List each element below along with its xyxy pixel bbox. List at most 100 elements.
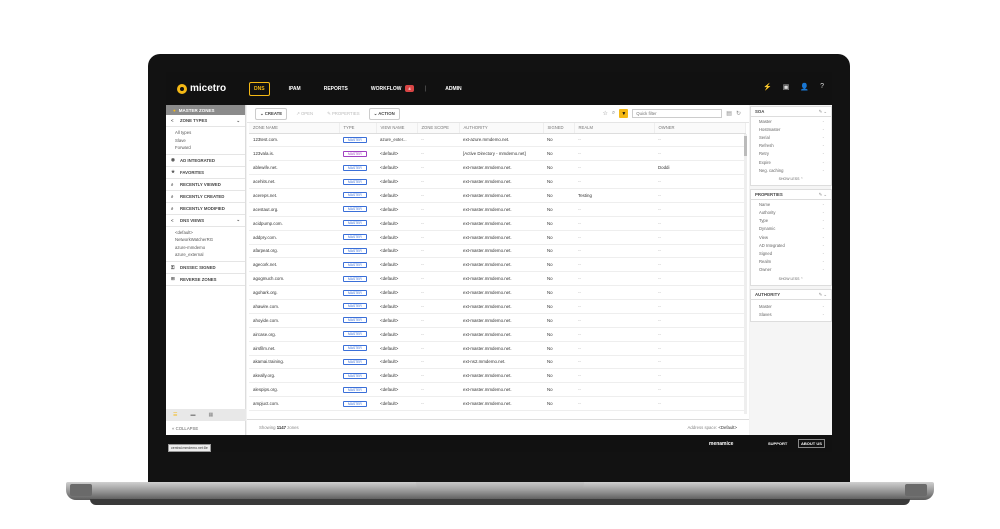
table-row[interactable]: agecork.net. MASTER <default> -- ext-master.… [249, 257, 746, 273]
sidebar-header[interactable]: ● MASTER ZONES [166, 105, 245, 115]
table-row[interactable]: airsfilm.net. MASTER <default> -- ext-master… [249, 341, 746, 356]
table-row[interactable]: agogmuch.com. MASTER <default> -- ext-master… [249, 271, 746, 287]
column-header[interactable]: ZONE SCOPE [417, 123, 460, 134]
column-header[interactable]: VIEW NAME [376, 123, 418, 134]
sidebar-zone-types[interactable]: < ZONE TYPES ⌄ [166, 115, 245, 127]
nav-admin[interactable]: ADMIN [441, 83, 465, 95]
table-row[interactable]: afarpeat.org. MASTER <default> -- ext-master… [249, 244, 746, 259]
sidebar-ad-integrated[interactable]: ◉ AD INTEGRATED [166, 155, 245, 167]
create-button[interactable]: ⌄ CREATE [255, 107, 288, 120]
view-name-cell: <default> [376, 382, 417, 398]
column-header[interactable]: ZONE NAME [249, 123, 340, 134]
nav-ipam[interactable]: IPAM [285, 83, 305, 95]
type-badge: MASTER [343, 289, 367, 296]
list-view-icon[interactable]: ☰ [173, 412, 177, 418]
dns-view-item[interactable]: azure_external [175, 251, 245, 259]
soa-show-less[interactable]: SHOW LESS ⌃ [751, 174, 831, 185]
dns-view-item[interactable]: <default> [175, 229, 245, 237]
action-button[interactable]: ⌄ ACTION [368, 107, 400, 120]
edit-chevron-icons[interactable]: ✎ ⌄ [819, 292, 827, 298]
zone-type-item[interactable]: All types [175, 129, 245, 137]
signed-cell: No [543, 188, 574, 203]
refresh-icon[interactable]: ↻ [736, 110, 741, 117]
sidebar-dns-views[interactable]: < DNS VIEWS ⌄ [166, 215, 245, 227]
grid-view-icon[interactable]: ▦ [208, 412, 213, 418]
column-header[interactable]: AUTHORITY [459, 123, 544, 134]
columns-icon[interactable]: ▤ [726, 110, 732, 117]
column-header[interactable]: OWNER [654, 123, 746, 134]
edit-chevron-icons[interactable]: ✎ ⌄ [819, 192, 827, 198]
address-space-value[interactable]: <Default> [718, 425, 737, 430]
table-row[interactable]: akeally.org. MASTER <default> -- ext-master.… [249, 368, 746, 384]
folder-view-icon[interactable]: ▬ [190, 412, 195, 418]
sidebar-reverse-zones[interactable]: ⊞ REVERSE ZONES [166, 274, 245, 286]
table-row[interactable]: akamai.training. MASTER <default> -- ext-ns2… [249, 355, 746, 370]
brand-logo: menamice [709, 440, 734, 447]
table-row[interactable]: ahoyide.com. MASTER <default> -- ext-master.… [249, 313, 746, 328]
table-row[interactable]: ahawire.com. MASTER <default> -- ext-master.… [249, 299, 746, 314]
zone-name-cell: acereps.net. [249, 188, 339, 203]
logo[interactable]: micetro [177, 83, 234, 94]
property-label: AD Integrated [759, 242, 785, 248]
nav-reports[interactable]: REPORTS [320, 83, 352, 95]
search-icon[interactable]: ⌕ [612, 110, 615, 117]
table-row[interactable]: addpry.com. MASTER <default> -- ext-master.m… [249, 230, 746, 245]
property-label: Retry [759, 151, 770, 157]
sidebar-recently-viewed[interactable]: ⌕ RECENTLY VIEWED [166, 179, 245, 191]
property-value: - [822, 134, 824, 140]
quick-filter-input[interactable] [632, 109, 723, 118]
properties-button[interactable]: ✎ PROPERTIES [322, 108, 364, 120]
sidebar-recently-modified[interactable]: ⌕ RECENTLY MODIFIED [166, 203, 245, 215]
table-scrollbar[interactable] [744, 134, 747, 414]
collapse-button[interactable]: « COLLAPSE [172, 426, 198, 431]
soa-panel-header[interactable]: SOA ✎ ⌄ [751, 107, 831, 117]
table-row[interactable]: acestaut.org. MASTER <default> -- ext-master… [249, 202, 746, 217]
sidebar-favorites[interactable]: ★ FAVORITES [166, 167, 245, 179]
table-row[interactable]: acereps.net. MASTER <default> -- ext-master.… [249, 188, 746, 203]
realm-cell: -- [574, 341, 654, 356]
table-row[interactable]: ablewife.net. MASTER <default> -- ext-master… [249, 160, 746, 176]
table-body: 123test.com. MASTER azure_exter... -- ext-az… [249, 133, 746, 411]
table-row[interactable]: alespips.org. MASTER <default> -- ext-master… [249, 382, 746, 398]
table-row[interactable]: agohark.org. MASTER <default> -- ext-master.… [249, 285, 746, 300]
zone-type-item[interactable]: Slave [175, 137, 245, 145]
laptop-foot-right [905, 484, 927, 496]
properties-show-less[interactable]: SHOW LESS ⌃ [751, 274, 831, 285]
filter-icon[interactable]: ▼ [619, 109, 629, 118]
edit-chevron-icons[interactable]: ✎ ⌄ [819, 109, 827, 115]
star-icon: ★ [171, 169, 175, 174]
column-header[interactable]: REALM [574, 123, 655, 134]
search-icon: ⌕ [171, 205, 174, 211]
nav-dns[interactable]: DNS [249, 81, 270, 96]
user-icon[interactable]: 👤 [800, 83, 809, 91]
calendar-icon[interactable]: ▣ [783, 83, 790, 91]
table-row[interactable]: ampjuct.com. MASTER <default> -- ext-master.… [249, 396, 746, 411]
support-link[interactable]: SUPPORT [768, 441, 787, 446]
table-row[interactable]: acidpump.com. MASTER <default> -- ext-master… [249, 216, 746, 231]
nav-workflow[interactable]: WORKFLOW 4 [367, 82, 418, 95]
column-header[interactable]: SIGNED [543, 123, 575, 134]
bolt-icon[interactable]: ⚡ [763, 83, 772, 91]
column-header[interactable]: TYPE [339, 123, 377, 134]
sidebar-section-label: AD INTEGRATED [180, 157, 216, 163]
table-row[interactable]: 123test.com. MASTER azure_exter... -- ext-az… [249, 133, 746, 148]
about-link[interactable]: ABOUT US [798, 439, 825, 448]
zone-type-item[interactable]: Forward [175, 144, 245, 152]
zone-name-cell: acestaut.org. [249, 202, 339, 217]
realm-cell: -- [574, 396, 654, 411]
sidebar-recently-created[interactable]: ⌕ RECENTLY CREATED [166, 191, 245, 203]
star-icon[interactable]: ☆ [603, 110, 608, 117]
open-button[interactable]: ↗ OPEN [291, 108, 318, 120]
zone-scope-cell: -- [417, 174, 459, 189]
sidebar-dnssec-signed[interactable]: ⚿ DNSSEC SIGNED [166, 262, 245, 274]
table-row[interactable]: 123vala.is. MASTER <default> -- [Active Dire… [249, 146, 746, 162]
signed-cell: No [543, 271, 574, 287]
dns-view-item[interactable]: azure-mmdemo [175, 244, 245, 252]
authority-panel-header[interactable]: AUTHORITY ✎ ⌄ [751, 290, 831, 300]
dns-view-item[interactable]: NetworkWatcherRG [175, 236, 245, 244]
properties-panel-header[interactable]: PROPERTIES ✎ ⌄ [751, 190, 831, 201]
table-row[interactable]: aircase.org. MASTER <default> -- ext-master.… [249, 327, 746, 342]
table-row[interactable]: acehits.net. MASTER <default> -- ext-master.… [249, 174, 746, 189]
help-icon[interactable]: ? [820, 83, 824, 91]
scrollbar-thumb[interactable] [744, 136, 747, 156]
